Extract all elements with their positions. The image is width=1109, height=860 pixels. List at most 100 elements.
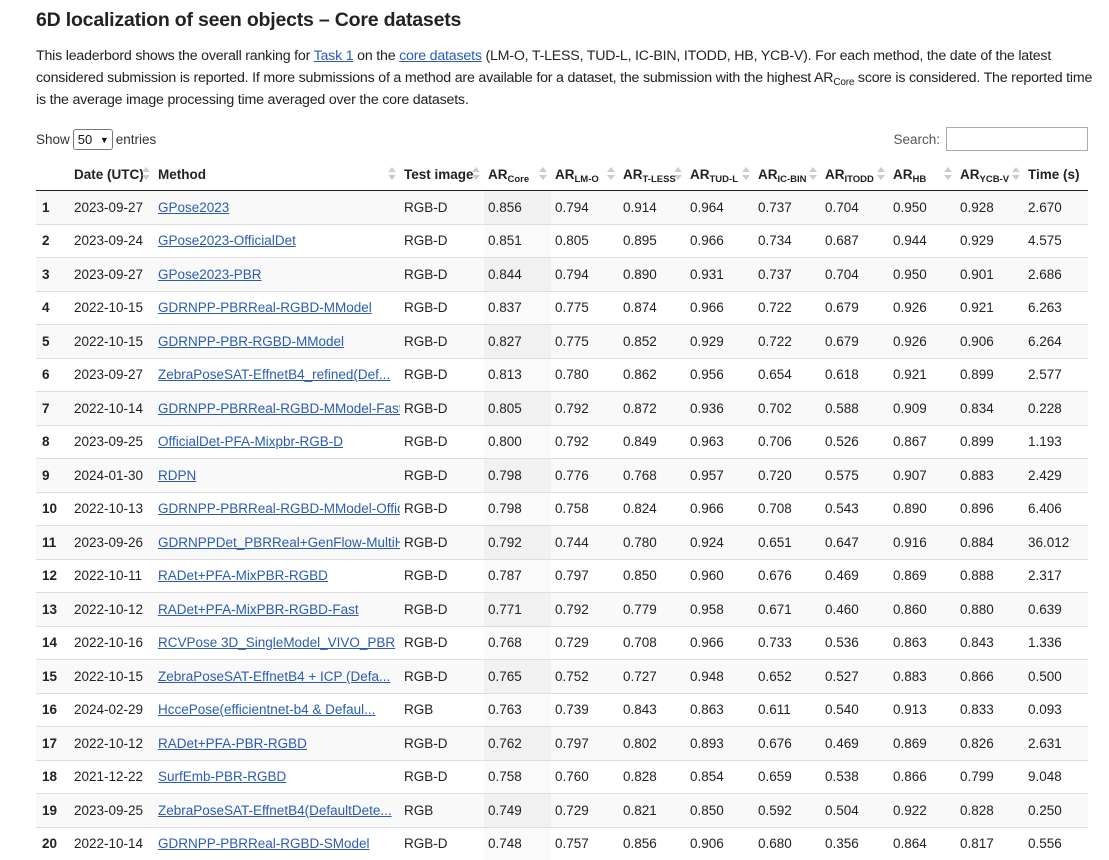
method-link[interactable]: OfficialDet-PFA-Mixpbr-RGB-D xyxy=(158,434,343,449)
column-header-1[interactable]: Date (UTC) xyxy=(70,158,154,191)
header-row: Date (UTC)MethodTest imageARCoreARLM-OAR… xyxy=(36,158,1088,191)
entries-select[interactable]: 50 ▼ xyxy=(73,129,113,150)
method-link[interactable]: RADet+PFA-PBR-RGBD xyxy=(158,736,307,751)
task-1-link[interactable]: Task 1 xyxy=(314,48,354,64)
column-header-label: AR xyxy=(825,167,845,182)
core-datasets-link[interactable]: core datasets xyxy=(399,48,482,64)
method-link[interactable]: RDPN xyxy=(158,468,196,483)
cell-method: GDRNPP-PBRReal-RGBD-SModel xyxy=(154,827,400,860)
cell-ar-icbin: 0.702 xyxy=(754,392,821,426)
cell-date: 2022-10-12 xyxy=(70,727,154,761)
table-row: 182021-12-22SurfEmb-PBR-RGBDRGB-D0.7580.… xyxy=(36,760,1088,794)
column-header-10[interactable]: ARHB xyxy=(889,158,956,191)
cell-ar-lmo: 0.729 xyxy=(551,626,619,660)
cell-ar-tless: 0.727 xyxy=(619,660,686,694)
cell-ar-itodd: 0.704 xyxy=(821,191,889,225)
cell-date: 2022-10-15 xyxy=(70,660,154,694)
column-header-12[interactable]: Time (s) xyxy=(1024,158,1088,191)
column-header-subscript: ITODD xyxy=(845,174,874,185)
method-link[interactable]: HccePose(efficientnet-b4 & Defaul... xyxy=(158,702,375,717)
cell-ar-tless: 0.874 xyxy=(619,291,686,325)
cell-rank: 19 xyxy=(36,794,70,828)
cell-method: ZebraPoseSAT-EffnetB4 + ICP (Defa... xyxy=(154,660,400,694)
cell-ar-ycbv: 0.929 xyxy=(956,224,1024,258)
cell-ar-icbin: 0.676 xyxy=(754,559,821,593)
column-header-6[interactable]: ART-LESS xyxy=(619,158,686,191)
cell-ar-tudl: 0.929 xyxy=(686,325,754,359)
cell-date: 2023-09-26 xyxy=(70,526,154,560)
method-link[interactable]: RADet+PFA-MixPBR-RGBD-Fast xyxy=(158,602,359,617)
sort-arrows-icon xyxy=(472,167,480,181)
method-link[interactable]: SurfEmb-PBR-RGBD xyxy=(158,769,286,784)
cell-ar-tless: 0.821 xyxy=(619,794,686,828)
table-row: 32023-09-27GPose2023-PBRRGB-D0.8440.7940… xyxy=(36,258,1088,292)
cell-ar-ycbv: 0.866 xyxy=(956,660,1024,694)
method-link[interactable]: GDRNPP-PBRReal-RGBD-MModel-Offici... xyxy=(158,501,400,516)
method-link[interactable]: RADet+PFA-MixPBR-RGBD xyxy=(158,568,328,583)
cell-ar-tudl: 0.966 xyxy=(686,291,754,325)
cell-ar-lmo: 0.775 xyxy=(551,325,619,359)
column-header-3[interactable]: Test image xyxy=(400,158,484,191)
cell-ar-tudl: 0.960 xyxy=(686,559,754,593)
method-link[interactable]: GPose2023-OfficialDet xyxy=(158,233,296,248)
method-link[interactable]: GDRNPPDet_PBRReal+GenFlow-MultiHypo xyxy=(158,535,400,550)
cell-test-image: RGB-D xyxy=(400,559,484,593)
method-link[interactable]: ZebraPoseSAT-EffnetB4_refined(Def... xyxy=(158,367,390,382)
cell-ar-tudl: 0.850 xyxy=(686,794,754,828)
cell-ar-core: 0.787 xyxy=(484,559,551,593)
cell-ar-hb: 0.863 xyxy=(889,626,956,660)
cell-ar-ycbv: 0.799 xyxy=(956,760,1024,794)
cell-ar-itodd: 0.618 xyxy=(821,358,889,392)
cell-ar-hb: 0.867 xyxy=(889,425,956,459)
cell-ar-lmo: 0.780 xyxy=(551,358,619,392)
sort-arrows-icon xyxy=(607,167,615,181)
cell-rank: 1 xyxy=(36,191,70,225)
cell-rank: 5 xyxy=(36,325,70,359)
cell-rank: 12 xyxy=(36,559,70,593)
method-link[interactable]: RCVPose 3D_SingleModel_VIVO_PBR xyxy=(158,635,395,650)
cell-rank: 15 xyxy=(36,660,70,694)
method-link[interactable]: GPose2023-PBR xyxy=(158,267,262,282)
cell-ar-core: 0.800 xyxy=(484,425,551,459)
method-link[interactable]: ZebraPoseSAT-EffnetB4 + ICP (Defa... xyxy=(158,669,390,684)
cell-ar-hb: 0.950 xyxy=(889,191,956,225)
table-row: 152022-10-15 ZebraPoseSAT-EffnetB4 + ICP … xyxy=(36,660,1088,694)
cell-test-image: RGB xyxy=(400,693,484,727)
cell-ar-lmo: 0.792 xyxy=(551,593,619,627)
method-link[interactable]: GDRNPP-PBR-RGBD-MModel xyxy=(158,334,344,349)
cell-method: OfficialDet-PFA-Mixpbr-RGB-D xyxy=(154,425,400,459)
column-header-4[interactable]: ARCore xyxy=(484,158,551,191)
method-link[interactable]: GPose2023 xyxy=(158,200,229,215)
search-input[interactable] xyxy=(946,127,1088,151)
column-header-2[interactable]: Method xyxy=(154,158,400,191)
column-header-9[interactable]: ARITODD xyxy=(821,158,889,191)
table-body: 12023-09-27GPose2023RGB-D0.8560.7940.914… xyxy=(36,191,1088,860)
cell-time: 2.429 xyxy=(1024,459,1088,493)
cell-ar-tless: 0.802 xyxy=(619,727,686,761)
column-header-label: Method xyxy=(158,167,206,182)
column-header-11[interactable]: ARYCB-V xyxy=(956,158,1024,191)
cell-rank: 2 xyxy=(36,224,70,258)
cell-ar-tudl: 0.963 xyxy=(686,425,754,459)
method-link[interactable]: GDRNPP-PBRReal-RGBD-SModel xyxy=(158,836,370,851)
cell-time: 1.336 xyxy=(1024,626,1088,660)
method-link[interactable]: GDRNPP-PBRReal-RGBD-MModel xyxy=(158,300,372,315)
cell-method: RADet+PFA-PBR-RGBD xyxy=(154,727,400,761)
cell-ar-icbin: 0.611 xyxy=(754,693,821,727)
cell-ar-hb: 0.922 xyxy=(889,794,956,828)
cell-time: 0.228 xyxy=(1024,392,1088,426)
column-header-7[interactable]: ARTUD-L xyxy=(686,158,754,191)
method-link[interactable]: ZebraPoseSAT-EffnetB4(DefaultDete... xyxy=(158,803,392,818)
cell-ar-lmo: 0.797 xyxy=(551,727,619,761)
cell-ar-tudl: 0.966 xyxy=(686,492,754,526)
cell-time: 0.250 xyxy=(1024,794,1088,828)
column-header-5[interactable]: ARLM-O xyxy=(551,158,619,191)
table-row: 82023-09-25OfficialDet-PFA-Mixpbr-RGB-DR… xyxy=(36,425,1088,459)
method-link[interactable]: GDRNPP-PBRReal-RGBD-MModel-Fast xyxy=(158,401,400,416)
cell-test-image: RGB-D xyxy=(400,727,484,761)
cell-rank: 9 xyxy=(36,459,70,493)
cell-ar-itodd: 0.536 xyxy=(821,626,889,660)
cell-test-image: RGB-D xyxy=(400,760,484,794)
column-header-8[interactable]: ARIC-BIN xyxy=(754,158,821,191)
cell-time: 6.263 xyxy=(1024,291,1088,325)
